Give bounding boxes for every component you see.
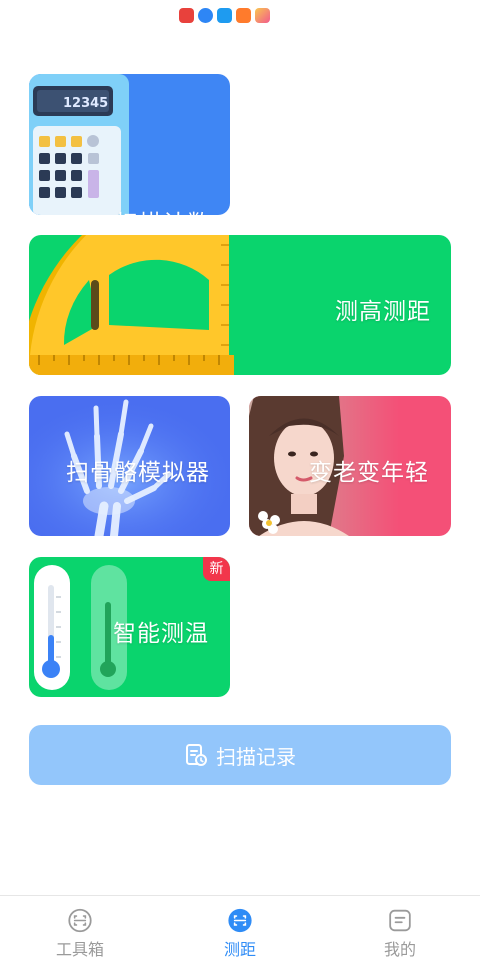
store-app-icon bbox=[255, 8, 270, 23]
scan-records-button[interactable]: 扫描记录 bbox=[29, 725, 451, 785]
temperature-card[interactable]: 新 智能测温 bbox=[29, 557, 230, 697]
browser-icon bbox=[198, 8, 213, 23]
measure-card[interactable]: 测高测距 bbox=[29, 235, 451, 375]
age-change-label: 变老变年轻 bbox=[309, 460, 429, 486]
scan-count-card[interactable]: 12345 扫描计数 bbox=[29, 74, 230, 215]
calculator-icon: 12345 bbox=[29, 74, 129, 215]
measure-label: 测高测距 bbox=[335, 299, 431, 325]
temperature-label: 智能测温 bbox=[113, 621, 209, 647]
play-app-icon bbox=[236, 8, 251, 23]
huawei-video-icon bbox=[179, 8, 194, 23]
nav-tab-mine-label: 我的 bbox=[383, 940, 416, 959]
scan-count-label: 扫描计数 bbox=[115, 204, 211, 215]
bottom-nav: 工具箱 测距 我的 bbox=[0, 895, 480, 960]
age-change-card[interactable]: 变老变年轻 bbox=[249, 396, 451, 536]
nav-tab-measure-label: 测距 bbox=[223, 940, 256, 959]
bone-scan-label: 扫骨骼模拟器 bbox=[66, 460, 210, 486]
scan-frame-icon bbox=[68, 908, 92, 933]
scan-records-label: 扫描记录 bbox=[216, 744, 296, 769]
bone-scan-card[interactable]: 扫骨骼模拟器 bbox=[29, 396, 230, 536]
new-badge: 新 bbox=[203, 557, 230, 581]
nav-tab-measure[interactable]: 测距 bbox=[160, 896, 320, 960]
protractor-icon bbox=[29, 235, 234, 375]
scan-frame-icon bbox=[228, 908, 252, 933]
search-app-icon bbox=[217, 8, 232, 23]
nav-tab-mine[interactable]: 我的 bbox=[320, 896, 480, 960]
calculator-display: 12345 bbox=[63, 96, 108, 111]
status-bar-icons bbox=[179, 8, 270, 23]
nav-tab-toolbox[interactable]: 工具箱 bbox=[0, 896, 160, 960]
nav-tab-toolbox-label: 工具箱 bbox=[55, 940, 104, 959]
profile-card-icon bbox=[389, 909, 411, 932]
document-clock-icon bbox=[186, 744, 207, 766]
